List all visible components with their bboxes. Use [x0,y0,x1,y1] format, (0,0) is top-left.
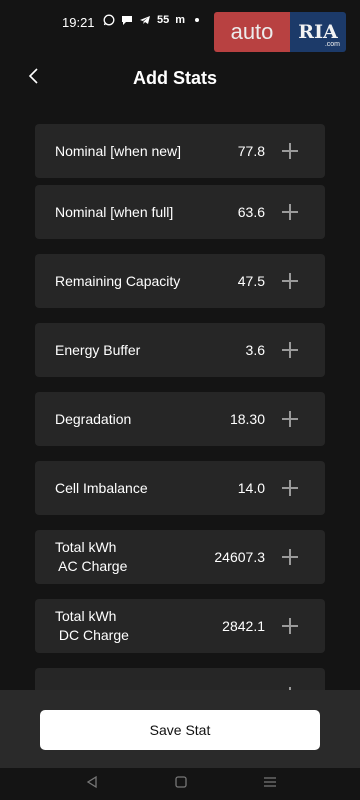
stat-value: 77.8 [237,143,265,159]
nav-back-button[interactable] [80,772,104,792]
stat-label: Nominal [when full] [55,203,174,220]
chat-bubble-icon [121,14,133,26]
stat-value: 63.6 [237,204,265,220]
plus-icon[interactable] [282,273,298,289]
triangle-back-icon [86,775,97,789]
stat-row-nominal-full[interactable]: Nominal [when full] 63.6 [35,185,325,239]
dot-icon [191,14,203,26]
stat-value: 2842.1 [222,618,265,634]
stats-list[interactable]: Nominal [when new] 77.8 Nominal [when fu… [35,124,325,690]
plus-icon[interactable] [282,143,298,159]
stat-row-total-dc-charge[interactable]: Total kWh DC Charge 2842.1 [35,599,325,653]
status-time: 19:21 [62,15,95,30]
plus-icon[interactable] [282,204,298,220]
watermark-dotcom: .com [324,41,340,48]
stat-label: Energy Buffer [55,341,141,358]
plus-icon[interactable] [282,411,298,427]
watermark-ria: RIA .com [290,12,346,52]
plus-icon[interactable] [282,342,298,358]
stat-row-degradation[interactable]: Degradation 18.30 [35,392,325,446]
stat-row-remaining-capacity[interactable]: Remaining Capacity 47.5 [35,254,325,308]
stat-row-energy-buffer[interactable]: Energy Buffer 3.6 [35,323,325,377]
plus-icon[interactable] [282,480,298,496]
page-title: Add Stats [132,68,217,88]
plus-icon[interactable] [282,549,298,565]
telegram-icon [139,14,151,26]
stat-row-cell-imbalance[interactable]: Cell Imbalance 14.0 [35,461,325,515]
system-nav-bar [0,768,360,800]
stat-value: 18.30 [229,411,265,427]
network-label: 55 [157,14,170,26]
whatsapp-icon [103,14,115,26]
save-stat-button[interactable]: Save Stat [40,710,320,750]
stat-value: 47.5 [237,273,265,289]
plus-icon[interactable] [282,618,298,634]
watermark-logo: auto RIA .com [214,12,346,52]
watermark-auto: auto [214,12,290,52]
network-indicator: m [175,14,186,26]
stat-label: Degradation [55,410,132,427]
status-notification-icons: 55 m [103,14,203,26]
hamburger-menu-icon [264,777,276,787]
stat-label: Cell Imbalance [55,479,148,496]
watermark-ria-text: RIA [298,21,338,43]
stat-label: Total kWh AC Charge [55,539,128,574]
stat-value: 24607.3 [214,549,265,565]
nav-home-button[interactable] [169,772,193,792]
stat-value: 14.0 [237,480,265,496]
stat-label: Remaining Capacity [55,272,181,289]
bottom-panel: Save Stat [0,690,360,768]
header: Add Stats [0,58,360,98]
stat-label: Nominal [when new] [55,142,182,159]
stat-value: 3.6 [245,342,265,358]
nav-menu-button[interactable] [258,772,282,792]
stat-row-nominal-new[interactable]: Nominal [when new] 77.8 [35,124,325,178]
stat-row-total-ac-charge[interactable]: Total kWh AC Charge 24607.3 [35,530,325,584]
stat-label: Total kWh DC Charge [55,608,129,643]
stat-row-partial[interactable] [35,668,325,690]
square-home-icon [175,776,187,788]
